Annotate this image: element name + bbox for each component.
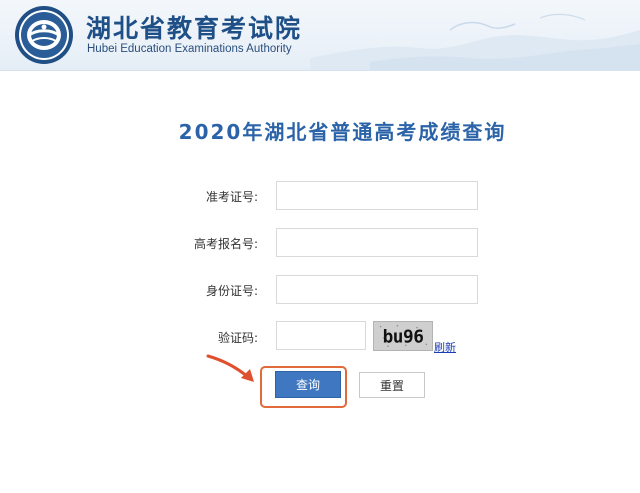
reset-button[interactable]: 重置: [359, 372, 425, 398]
captcha-image[interactable]: bu96: [373, 321, 433, 351]
captcha-input[interactable]: [276, 321, 366, 350]
refresh-captcha-link[interactable]: 刷新: [434, 339, 456, 355]
captcha-text: bu96: [383, 328, 424, 348]
registration-no-label: 高考报名号:: [193, 237, 258, 251]
org-name-en: Hubei Education Examinations Authority: [87, 43, 292, 55]
admission-ticket-input[interactable]: [276, 181, 478, 210]
admission-ticket-label: 准考证号:: [205, 190, 258, 204]
registration-no-input[interactable]: [276, 228, 478, 257]
red-arrow-icon: [206, 354, 254, 382]
org-name-cn: 湖北省教育考试院: [86, 14, 303, 43]
captcha-label: 验证码:: [217, 331, 258, 345]
site-header: 湖北省教育考试院 Hubei Education Examinations Au…: [0, 0, 640, 71]
page-title: 2020年湖北省普通高考成绩查询: [178, 120, 507, 144]
query-button[interactable]: 查询: [275, 371, 341, 398]
hubei-exam-authority-logo: [15, 6, 73, 64]
mountain-decoration: [310, 13, 640, 70]
id-number-input[interactable]: [276, 275, 478, 304]
id-number-label: 身份证号:: [205, 284, 258, 298]
